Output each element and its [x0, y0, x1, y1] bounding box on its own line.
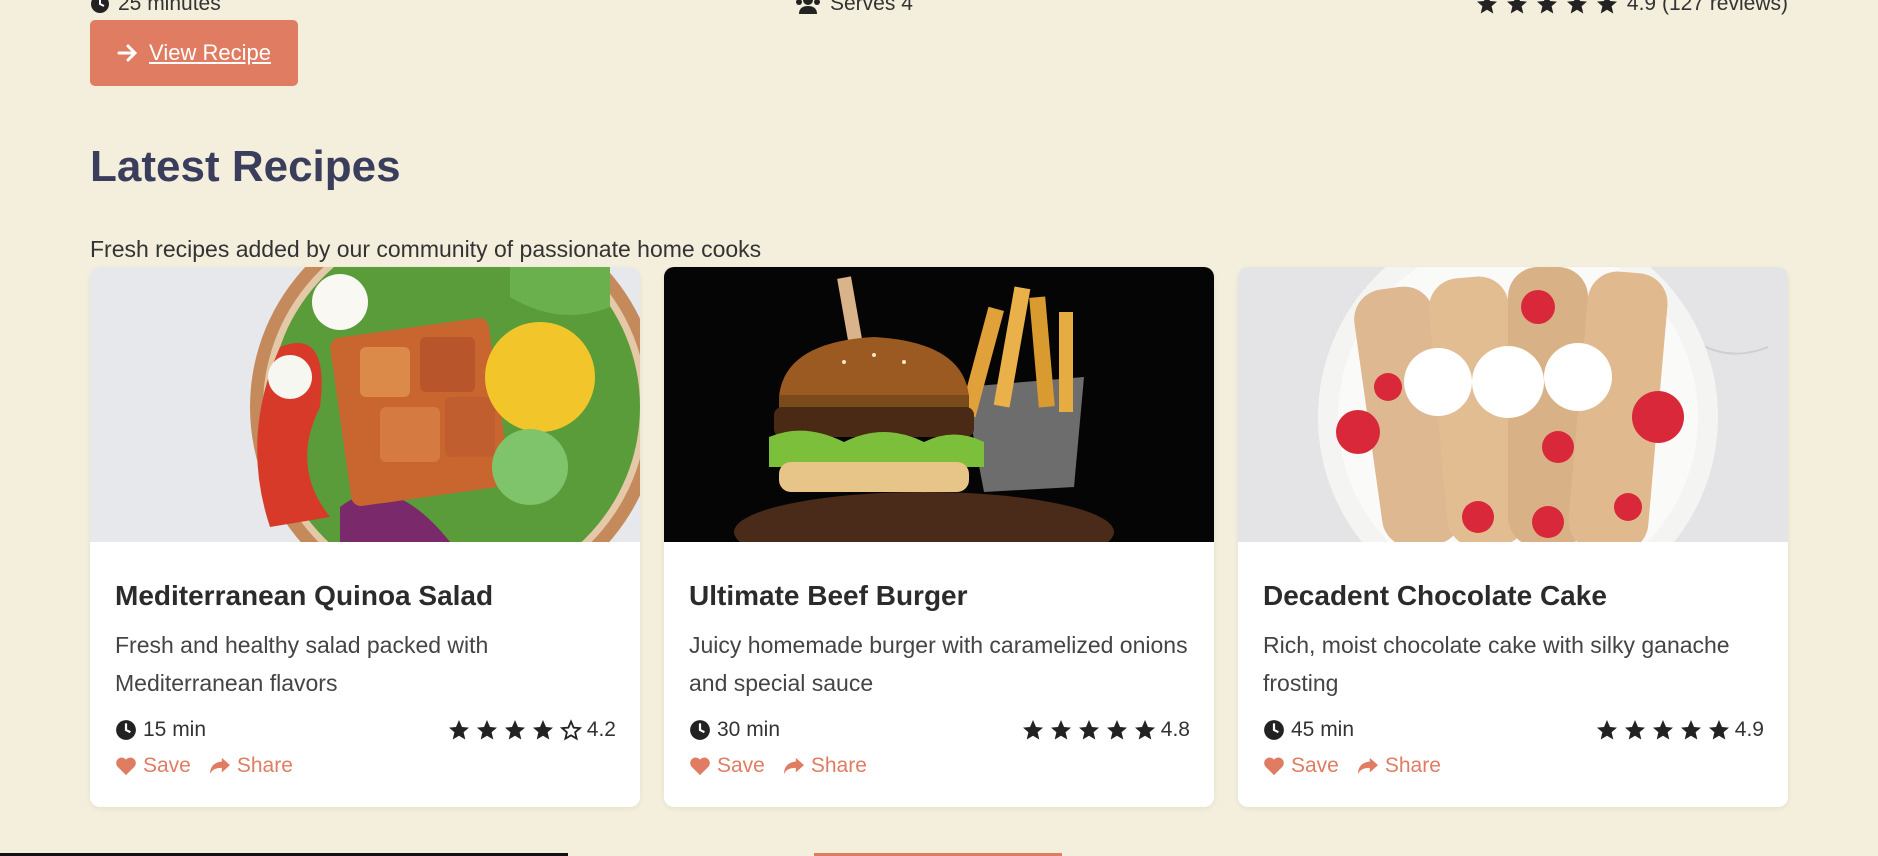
featured-time-text: 25 minutes	[118, 0, 221, 15]
save-label: Save	[143, 754, 191, 777]
star-icon	[1536, 0, 1557, 14]
featured-rating: 4.9 (127 reviews)	[1475, 0, 1788, 16]
recipe-image-salad[interactable]	[90, 267, 640, 542]
card-actions: Save Share	[1263, 754, 1764, 778]
card-actions: Save Share	[689, 754, 1190, 778]
star-icon	[448, 720, 469, 740]
card-rating: 4.9	[1595, 718, 1764, 742]
heart-icon	[690, 757, 710, 776]
heart-icon	[1264, 757, 1284, 776]
view-recipe-button[interactable]: View Recipe	[90, 20, 298, 86]
featured-serves-text: Serves 4	[830, 0, 913, 15]
card-rating: 4.8	[1021, 718, 1190, 742]
featured-rating-text: 4.9 (127 reviews)	[1626, 0, 1788, 15]
card-title[interactable]: Decadent Chocolate Cake	[1263, 580, 1764, 612]
card-rating: 4.2	[447, 718, 616, 742]
card-body: Mediterranean Quinoa Salad Fresh and hea…	[90, 542, 640, 778]
recipe-grid: Mediterranean Quinoa Salad Fresh and hea…	[90, 267, 1788, 807]
save-button[interactable]: Save	[115, 754, 191, 778]
recipe-card[interactable]: Mediterranean Quinoa Salad Fresh and hea…	[90, 267, 640, 807]
card-meta: 30 min 4.8	[689, 718, 1190, 742]
star-icon	[1106, 720, 1127, 740]
star-outline-icon	[559, 719, 582, 741]
card-time-text: 45 min	[1291, 718, 1355, 741]
card-description: Rich, moist chocolate cake with silky ga…	[1263, 632, 1730, 696]
card-rating-text: 4.8	[1160, 718, 1190, 741]
share-label: Share	[236, 754, 293, 777]
star-icon	[1050, 720, 1071, 740]
card-time-text: 30 min	[717, 718, 781, 741]
star-icon	[1624, 720, 1645, 740]
card-time-text: 15 min	[143, 718, 207, 741]
share-icon	[1357, 757, 1378, 775]
star-icon	[1476, 0, 1497, 14]
save-label: Save	[1291, 754, 1339, 777]
star-icon	[1022, 720, 1043, 740]
featured-serves: Serves 4	[794, 0, 913, 16]
card-title[interactable]: Mediterranean Quinoa Salad	[115, 580, 616, 612]
card-time: 30 min	[689, 718, 780, 742]
share-label: Share	[810, 754, 867, 777]
star-icon	[1708, 720, 1729, 740]
featured-stars	[1475, 0, 1619, 16]
card-meta: 45 min 4.9	[1263, 718, 1764, 742]
share-button[interactable]: Share	[1357, 754, 1441, 778]
star-icon	[1596, 720, 1617, 740]
card-actions: Save Share	[115, 754, 616, 778]
star-icon	[1680, 720, 1701, 740]
star-icon	[504, 720, 525, 740]
share-icon	[209, 757, 230, 775]
card-rating-text: 4.9	[1734, 718, 1764, 741]
star-icon	[1566, 0, 1587, 14]
featured-meta-row: 25 minutes Serves 4 4.9 (127 reviews)	[90, 0, 1788, 18]
card-description: Juicy homemade burger with caramelized o…	[689, 632, 1188, 696]
card-time: 45 min	[1263, 718, 1354, 742]
star-icon	[532, 720, 553, 740]
card-time: 15 min	[115, 718, 206, 742]
share-button[interactable]: Share	[209, 754, 293, 778]
arrow-right-icon	[117, 44, 138, 62]
view-recipe-label: View Recipe	[149, 40, 271, 65]
heart-icon	[116, 757, 136, 776]
star-icon	[476, 720, 497, 740]
recipe-image-cake[interactable]	[1238, 267, 1788, 542]
featured-time: 25 minutes	[90, 0, 221, 16]
card-body: Ultimate Beef Burger Juicy homemade burg…	[664, 542, 1214, 778]
recipe-image-burger[interactable]	[664, 267, 1214, 542]
cake-image	[1238, 267, 1788, 542]
share-icon	[783, 757, 804, 775]
clock-icon	[1264, 720, 1284, 740]
recipe-card[interactable]: Decadent Chocolate Cake Rich, moist choc…	[1238, 267, 1788, 807]
share-label: Share	[1384, 754, 1441, 777]
save-button[interactable]: Save	[689, 754, 765, 778]
card-meta: 15 min 4.2	[115, 718, 616, 742]
card-body: Decadent Chocolate Cake Rich, moist choc…	[1238, 542, 1788, 778]
salad-image	[90, 267, 640, 542]
users-icon	[796, 0, 820, 14]
star-icon	[1506, 0, 1527, 14]
save-label: Save	[717, 754, 765, 777]
star-icon	[1596, 0, 1617, 14]
star-icon	[1134, 720, 1155, 740]
section-title: Latest Recipes	[90, 142, 401, 191]
star-icon	[1652, 720, 1673, 740]
share-button[interactable]: Share	[783, 754, 867, 778]
card-rating-text: 4.2	[586, 718, 616, 741]
card-title[interactable]: Ultimate Beef Burger	[689, 580, 1190, 612]
save-button[interactable]: Save	[1263, 754, 1339, 778]
card-description: Fresh and healthy salad packed with Medi…	[115, 632, 489, 696]
recipe-card[interactable]: Ultimate Beef Burger Juicy homemade burg…	[664, 267, 1214, 807]
star-icon	[1078, 720, 1099, 740]
clock-icon	[91, 0, 109, 13]
burger-image	[664, 267, 1214, 542]
section-subtitle: Fresh recipes added by our community of …	[90, 236, 762, 262]
clock-icon	[116, 720, 136, 740]
clock-icon	[690, 720, 710, 740]
